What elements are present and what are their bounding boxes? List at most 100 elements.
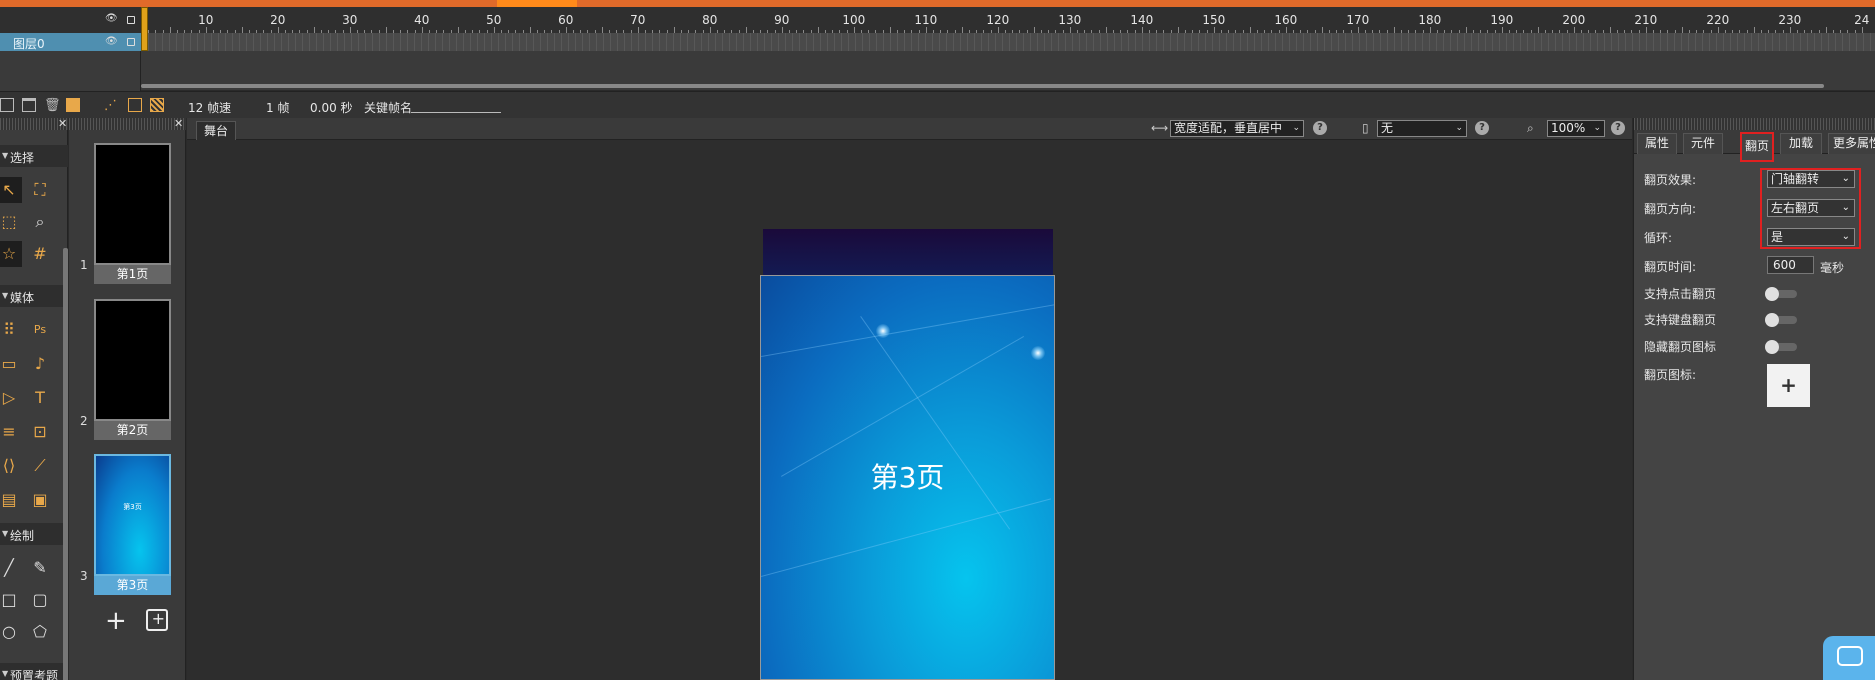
camera-icon[interactable]: ▣ [27, 487, 53, 513]
layer-lock-icon[interactable] [127, 38, 135, 46]
layer-frames[interactable] [141, 33, 1875, 51]
zoom-icon[interactable]: ⌕ [27, 209, 53, 235]
flip-direction-value: 左右翻页 [1771, 201, 1820, 215]
assistant-robot-button[interactable] [1823, 636, 1875, 680]
help-icon[interactable]: ? [1313, 121, 1327, 135]
rounded-rect-tool-icon[interactable]: ▢ [27, 587, 53, 613]
zoom-select[interactable]: 100% ⌄ [1547, 120, 1605, 137]
flip-effect-select[interactable]: 门轴翻转 ⌄ [1767, 170, 1855, 188]
section-draw[interactable]: ▼ 绘制 [0, 523, 68, 545]
ruler-number: 30 [342, 13, 358, 27]
hide-flip-icon-toggle[interactable] [1765, 340, 1797, 354]
ruler-number: 130 [1058, 13, 1082, 27]
page-thumb-3[interactable]: 第3页 第3页 3 [80, 454, 171, 595]
grid-icon[interactable]: # [27, 241, 53, 267]
page-thumb-2[interactable]: 第2页 2 [80, 299, 171, 440]
tab-more-properties[interactable]: 更多属性 [1828, 133, 1875, 154]
transform-tool-icon[interactable]: ⛶ [27, 177, 53, 203]
layer-row[interactable]: 图层0 👁 [0, 33, 141, 51]
help-icon[interactable]: ? [1611, 121, 1625, 135]
device-select[interactable]: 无 ⌄ [1377, 120, 1467, 137]
line-tool-icon[interactable]: ╱ [0, 555, 22, 581]
ruler-number: 90 [774, 13, 790, 27]
tab-components[interactable]: 元件 [1683, 133, 1723, 154]
tab-loading[interactable]: 加载 [1780, 133, 1822, 154]
timeline-ruler[interactable]: 10 20 30 40 50 60 70 80 90 100 110 120 130 140 150 160 1… [141, 7, 1875, 33]
keyframe-icon[interactable] [128, 98, 142, 112]
zoom-value: 100% [1551, 121, 1586, 135]
tab-page-flip[interactable]: 翻页 [1740, 132, 1774, 162]
click-flip-toggle[interactable] [1765, 287, 1797, 301]
add-page-icon[interactable]: + [105, 606, 127, 636]
stage-canvas[interactable]: 第3页 [760, 275, 1055, 680]
tools-panel: ✕ ▼ 选择 ↖ ⛶ ⬚ ⌕ ☆ # ▼ 媒体 ⠿ Ps ▭ ♪ ▷ T ≡ ⊡… [0, 117, 68, 680]
properties-panel-grip[interactable] [1634, 118, 1875, 130]
section-preset-quiz[interactable]: ▼ 预置考题 [0, 663, 68, 680]
tab-stage[interactable]: 舞台 [196, 121, 236, 140]
timeline-scrollbar[interactable] [141, 84, 1824, 88]
chart-icon[interactable]: ⟋ [27, 453, 53, 479]
paragraph-icon[interactable]: ≡ [0, 419, 22, 445]
add-page-template-icon[interactable]: + [146, 609, 168, 631]
layer-eye-icon[interactable]: 👁 [105, 36, 118, 47]
film-icon[interactable]: ▤ [0, 487, 22, 513]
help-icon[interactable]: ? [1475, 121, 1489, 135]
pen-tool-icon[interactable]: ✎ [27, 555, 53, 581]
polygon-tool-icon[interactable]: ⬠ [27, 619, 53, 645]
video-icon[interactable]: ▷ [0, 385, 22, 411]
light-glow [876, 324, 890, 338]
tab-properties[interactable]: 属性 [1637, 133, 1677, 154]
section-media[interactable]: ▼ 媒体 [0, 285, 68, 307]
folder-icon[interactable] [22, 98, 36, 112]
ruler-number: 190 [1490, 13, 1514, 27]
flip-time-input[interactable]: 600 [1767, 256, 1814, 274]
keyframe-name-input[interactable] [411, 112, 501, 113]
rectangle-tool-icon[interactable]: □ [0, 587, 22, 613]
tools-panel-grip[interactable]: ✕ [0, 117, 68, 130]
canvas-page-title[interactable]: 第3页 [761, 456, 1054, 496]
ruler-number: 200 [1562, 13, 1586, 27]
keyboard-flip-toggle[interactable] [1765, 313, 1797, 327]
toggle-knob [1765, 287, 1779, 301]
audio-icon[interactable]: ♪ [27, 351, 53, 377]
keyframe-add-icon[interactable]: ⋰ [104, 98, 118, 113]
keypad-icon[interactable]: ⠿ [0, 317, 22, 343]
page-thumb-1[interactable]: 第1页 1 [80, 143, 171, 284]
flip-time-unit: 毫秒 [1820, 261, 1845, 275]
psd-icon[interactable]: Ps [27, 317, 53, 343]
toggle-knob [1765, 313, 1779, 327]
trash-icon[interactable]: 🗑 [44, 98, 61, 113]
fit-mode-select[interactable]: 宽度适配，垂直居中 ⌄ [1170, 120, 1304, 137]
new-layer-icon[interactable] [0, 98, 14, 112]
add-flip-icon-button[interactable]: + [1767, 364, 1810, 407]
section-label: 预置考题 [10, 669, 59, 680]
page-thumb-image [94, 143, 171, 265]
copy-layer-icon[interactable] [66, 98, 80, 112]
timeline-status-bar: 🗑 ⋰ 12 帧速 1 帧 0.00 秒 关键帧名 [0, 91, 1875, 118]
presentation-icon[interactable]: ⊡ [27, 419, 53, 445]
favorite-tool-icon[interactable]: ☆ [0, 241, 22, 267]
flip-effect-label: 翻页效果: [1644, 173, 1697, 187]
playhead[interactable] [141, 7, 148, 51]
image-icon[interactable]: ▭ [0, 351, 22, 377]
text-tool-icon[interactable]: T [27, 385, 53, 411]
loop-select[interactable]: 是 ⌄ [1767, 228, 1855, 246]
chevron-down-icon: ⌄ [1841, 231, 1850, 242]
lock-icon[interactable] [127, 16, 135, 24]
section-select[interactable]: ▼ 选择 [0, 145, 68, 167]
eye-icon[interactable]: 👁 [105, 13, 118, 24]
node-select-icon[interactable]: ⬚ [0, 209, 22, 235]
code-icon[interactable]: ⟨⟩ [0, 453, 22, 479]
hide-flip-icon-label: 隐藏翻页图标 [1644, 340, 1717, 354]
ruler-number: 230 [1778, 13, 1802, 27]
keyframe-clear-icon[interactable] [150, 98, 164, 112]
ruler-number: 170 [1346, 13, 1370, 27]
ellipse-tool-icon[interactable]: ○ [0, 619, 22, 645]
close-icon[interactable]: ✕ [174, 117, 183, 130]
close-icon[interactable]: ✕ [58, 117, 67, 130]
light-beam [860, 316, 1011, 530]
tools-scrollbar[interactable] [63, 248, 68, 680]
flip-direction-select[interactable]: 左右翻页 ⌄ [1767, 199, 1855, 217]
pointer-tool-icon[interactable]: ↖ [0, 177, 22, 203]
pages-panel-grip[interactable]: ✕ [69, 117, 186, 130]
